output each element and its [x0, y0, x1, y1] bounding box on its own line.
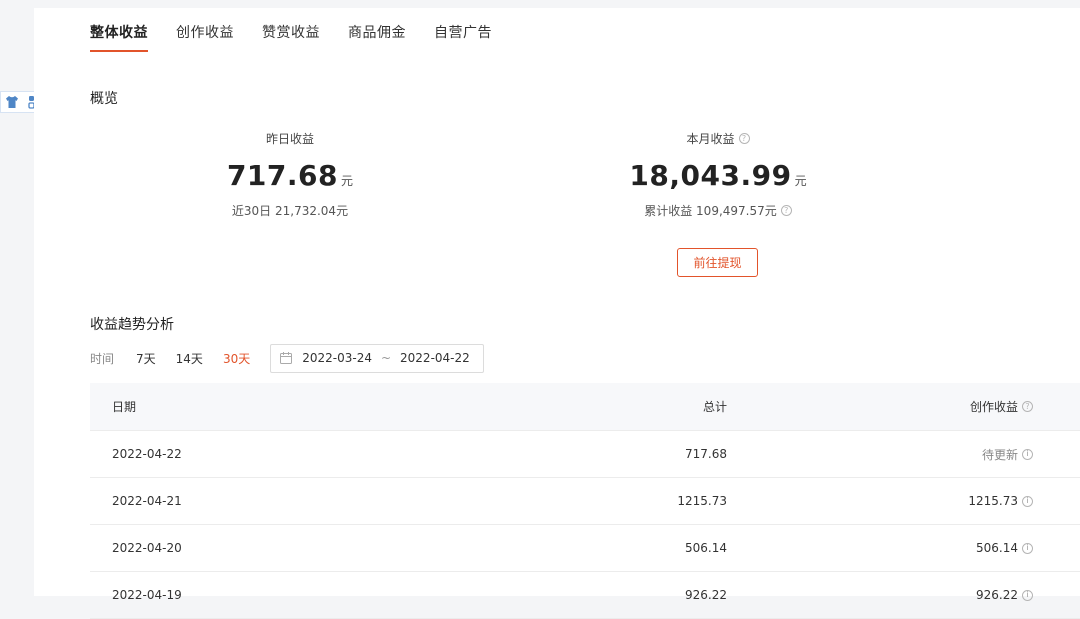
header-creation-text: 创作收益 [969, 400, 1018, 414]
yesterday-earnings-value: 717.68 [226, 159, 339, 192]
date-range-picker[interactable]: 2022-03-24 ~ 2022-04-22 [270, 343, 485, 373]
row-date: 2022-04-20 [112, 541, 182, 555]
row-creation-value: 待更新 [981, 447, 1018, 462]
time-label: 时间 [90, 351, 115, 366]
date-separator: ~ [380, 351, 392, 365]
yesterday-earnings-label: 昨日收益 [266, 130, 314, 147]
header-creation: 创作收益 ? [727, 398, 1033, 415]
tab-product-commission[interactable]: 商品佣金 [348, 22, 406, 52]
info-circle-icon[interactable]: i [1022, 448, 1033, 460]
last-30-days-earnings: 近30日 21,732.04元 [231, 204, 349, 218]
overview-title: 概览 [90, 91, 118, 107]
row-creation: 506.14 i [727, 541, 1033, 555]
tab-overall-earnings[interactable]: 整体收益 [90, 22, 148, 52]
earnings-table: 日期 总计 创作收益 ? 2022-04-22 717.68 待更新 i 202… [90, 383, 1080, 619]
month-unit: 元 [794, 174, 807, 188]
row-total: 717.68 [685, 447, 727, 461]
cumulative-earnings-text: 累计收益 109,497.57元 [644, 204, 777, 218]
range-30-days[interactable]: 30天 [223, 350, 250, 367]
cumulative-earnings: 累计收益 109,497.57元 ? [644, 202, 792, 219]
info-circle-icon[interactable]: i [1022, 589, 1033, 601]
range-7-days[interactable]: 7天 [136, 350, 156, 367]
yesterday-label-text: 昨日收益 [265, 132, 314, 146]
earnings-tabs: 整体收益 创作收益 赞赏收益 商品佣金 自营广告 [90, 22, 520, 52]
tab-self-ads[interactable]: 自营广告 [434, 22, 492, 52]
question-circle-icon[interactable]: ? [1022, 401, 1033, 412]
row-creation-value: 926.22 [976, 588, 1018, 602]
row-creation: 待更新 i [727, 446, 1033, 463]
row-date: 2022-04-19 [112, 588, 182, 602]
yesterday-unit: 元 [341, 174, 354, 188]
table-row: 2022-04-22 717.68 待更新 i [90, 431, 1080, 478]
calendar-icon [280, 352, 293, 364]
row-creation: 926.22 i [727, 588, 1033, 602]
month-label-text: 本月收益 [686, 132, 735, 146]
shirt-icon[interactable] [5, 95, 19, 109]
tab-creation-earnings[interactable]: 创作收益 [176, 22, 234, 52]
row-creation-value: 506.14 [976, 541, 1018, 555]
info-circle-icon[interactable]: i [1022, 495, 1033, 507]
month-earnings-label: 本月收益 ? [686, 130, 750, 147]
header-date: 日期 [112, 400, 137, 414]
row-total: 1215.73 [677, 494, 727, 508]
time-filter: 时间 7天 14天 30天 2022-03-24 ~ 2022-04-22 [90, 343, 485, 373]
date-start[interactable]: 2022-03-24 [302, 351, 372, 365]
question-circle-icon[interactable]: ? [780, 205, 792, 216]
table-header: 日期 总计 创作收益 ? [90, 383, 1080, 431]
range-14-days[interactable]: 14天 [176, 350, 203, 367]
info-circle-icon[interactable]: i [1022, 542, 1033, 554]
header-total: 总计 [702, 400, 727, 414]
row-date: 2022-04-21 [112, 494, 182, 508]
date-end[interactable]: 2022-04-22 [400, 351, 470, 365]
table-row: 2022-04-20 506.14 506.14 i [90, 525, 1080, 572]
month-earnings-value: 18,043.99 [629, 159, 792, 192]
row-total: 506.14 [685, 541, 727, 555]
question-circle-icon[interactable]: ? [738, 133, 750, 144]
withdraw-button[interactable]: 前往提现 [677, 248, 758, 277]
row-date: 2022-04-22 [112, 447, 182, 461]
row-total: 926.22 [685, 588, 727, 602]
row-creation: 1215.73 i [727, 494, 1033, 508]
month-earnings-card: 本月收益 ? 18,043.99 元 累计收益 109,497.57元 ? [618, 128, 818, 219]
row-creation-value: 1215.73 [968, 494, 1018, 508]
yesterday-earnings-card: 昨日收益 717.68 元 近30日 21,732.04元 [190, 128, 390, 219]
table-row: 2022-04-21 1215.73 1215.73 i [90, 478, 1080, 525]
tab-reward-earnings[interactable]: 赞赏收益 [262, 22, 320, 52]
trend-title: 收益趋势分析 [90, 317, 174, 333]
